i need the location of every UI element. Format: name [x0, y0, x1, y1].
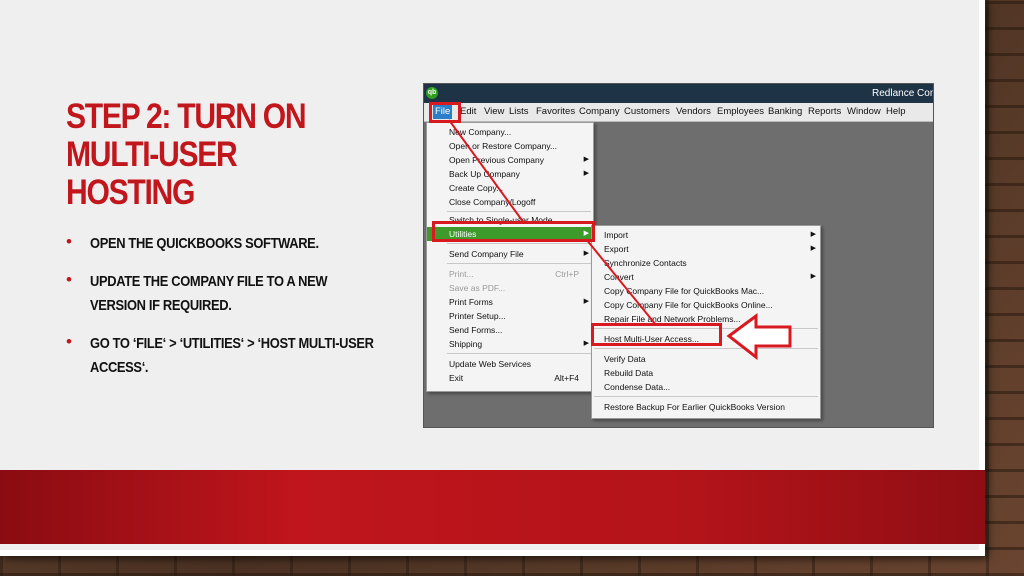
quickbooks-screenshot: qb Redlance Com File Edit View Lists Fav…	[423, 83, 934, 428]
connector-line-icon	[448, 119, 525, 224]
connector-line-icon	[585, 238, 657, 326]
bullet-dot-icon: •	[66, 332, 72, 351]
bullet-list: • Open the QuickBooks software. • Update…	[66, 232, 396, 394]
slide-title: Step 2: Turn on Multi-User Hosting	[66, 97, 307, 212]
pointer-arrow-icon	[726, 313, 792, 361]
footer-red-band	[0, 470, 985, 544]
bullet-text: Go to ‘File‘ > ‘Utilities‘ > ‘Host Multi…	[90, 335, 374, 376]
bullet-text: Update the company file to a new version…	[90, 273, 328, 314]
slide: Step 2: Turn on Multi-User Hosting • Ope…	[0, 0, 985, 556]
bullet-item: • Go to ‘File‘ > ‘Utilities‘ > ‘Host Mul…	[66, 332, 396, 380]
bullet-dot-icon: •	[66, 270, 72, 289]
bullet-item: • Update the company file to a new versi…	[66, 270, 396, 318]
bullet-item: • Open the QuickBooks software.	[66, 232, 396, 256]
bullet-dot-icon: •	[66, 232, 72, 251]
bullet-text: Open the QuickBooks software.	[90, 235, 319, 252]
annotation-arrows	[448, 119, 792, 361]
